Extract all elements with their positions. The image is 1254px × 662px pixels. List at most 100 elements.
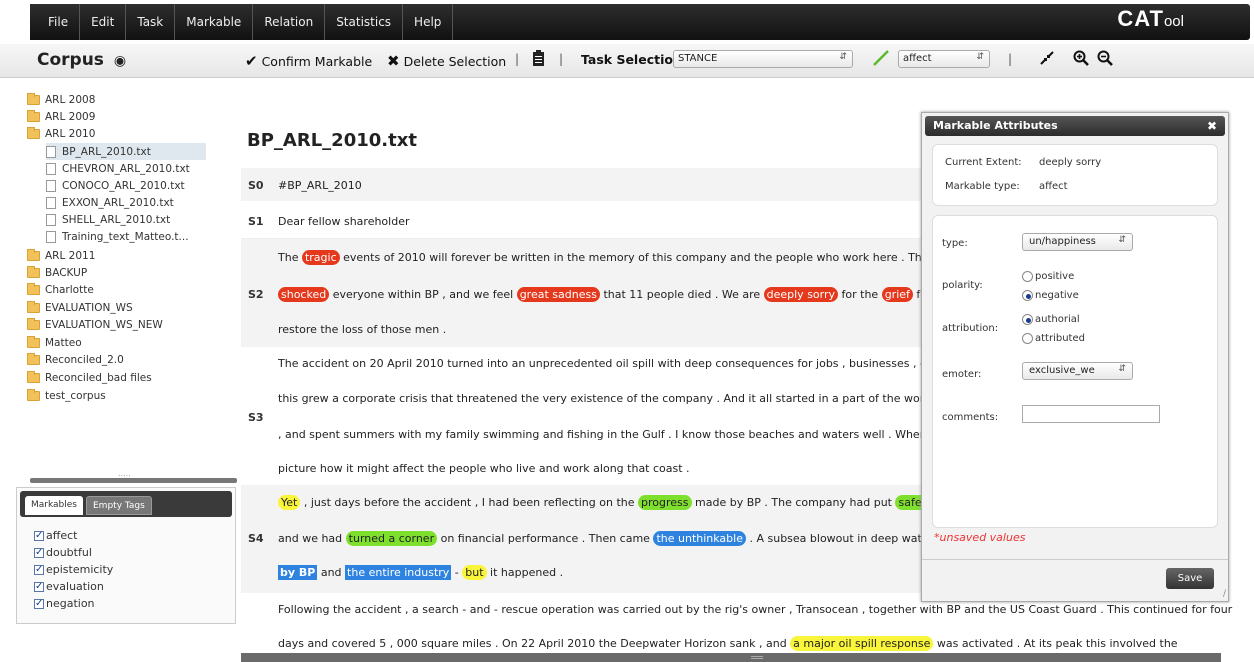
text-span: it happened . [486,566,564,579]
delete-selection-button[interactable]: ✖ Delete Selection [387,52,506,70]
tree-folder-open[interactable]: ARL 2010 [27,127,95,140]
splitter-grip: ..... [118,469,131,478]
markable-affect[interactable]: grief [881,287,913,302]
menu-edit[interactable]: Edit [80,4,127,40]
tree-folder[interactable]: EVALUATION_WS_NEW [27,318,163,331]
tree-folder[interactable]: ARL 2009 [27,110,96,123]
markable-doubtful[interactable]: by BP [278,565,318,580]
text-span: everyone within BP , and we feel [329,288,517,301]
document-scrollbar[interactable] [241,653,1221,662]
file-icon [46,163,56,175]
folder-icon [27,318,40,330]
text-span: made by BP . The company had put [691,496,896,509]
sentence-line: days and covered 5 , 000 square miles . … [278,636,1178,651]
folder-icon [27,301,40,313]
tree-folder[interactable]: ARL 2008 [27,93,95,106]
attribution-attributed-radio[interactable]: attributed [1022,333,1085,344]
markable-type-value: affect [1039,181,1068,192]
eye-icon[interactable]: ◉ [114,53,126,69]
sentence-text: Dear fellow shareholder [278,215,410,228]
chevron-updown-icon: ⇵ [1118,235,1126,245]
markable-doubtful[interactable]: the unthinkable [653,531,746,546]
radio-selected-icon [1022,314,1033,325]
tree-label: ARL 2009 [45,111,96,123]
tree-folder[interactable]: Matteo [27,336,82,349]
markable-evaluation[interactable]: progress [638,495,692,510]
polarity-negative-radio[interactable]: negative [1022,290,1079,301]
tree-folder[interactable]: Charlotte [27,283,94,296]
attribution-authorial-radio[interactable]: authorial [1022,314,1080,325]
tree-folder[interactable]: BACKUP [27,266,87,279]
comments-input[interactable] [1022,405,1160,423]
tree-file[interactable]: CHEVRON_ARL_2010.txt [46,163,190,175]
tree-folder[interactable]: ARL 2011 [27,249,95,262]
markable-epistemicity[interactable]: Yet [278,495,301,510]
current-extent-label: Current Extent: [945,157,1022,168]
highlighter-icon[interactable] [872,49,890,70]
current-extent-value: deeply sorry [1039,157,1102,168]
radio-icon [1022,271,1033,282]
tree-folder[interactable]: Reconciled_bad files [27,371,152,384]
markable-evaluation[interactable]: turned a corner [345,531,438,546]
tree-file[interactable]: EXXON_ARL_2010.txt [46,197,174,209]
corpus-label: Corpus [37,50,104,70]
close-icon[interactable]: ✖ [1207,116,1217,136]
clipboard-icon[interactable] [533,50,544,70]
extent-card: Current Extent: deeply sorry Markable ty… [932,144,1218,206]
tree-label: Charlotte [45,284,94,296]
menu-markable[interactable]: Markable [175,4,254,40]
zoom-out-icon[interactable] [1097,50,1113,69]
dialog-title: Markable Attributes [933,119,1058,132]
folder-icon [27,283,40,295]
task-selection-dropdown[interactable]: STANCE ⇵ [673,50,853,68]
tree-folder[interactable]: test_corpus [27,389,106,402]
markable-affect-selected[interactable]: deeply sorry [763,287,839,302]
folder-icon [27,266,40,278]
polarity-positive-radio[interactable]: positive [1022,271,1074,282]
tree-folder[interactable]: Reconciled_2.0 [27,353,124,366]
markable-doubtful[interactable]: the entire industry [345,565,452,580]
markable-affect[interactable]: tragic [301,250,340,265]
save-button[interactable]: Save [1166,568,1214,589]
collapse-icon[interactable] [1039,50,1055,69]
checkbox-evaluation[interactable]: ✓ evaluation [34,580,104,593]
app-logo: CATool [1117,6,1184,32]
menu-task[interactable]: Task [126,4,176,40]
menu-file[interactable]: File [30,4,81,40]
tab-markables[interactable]: Markables [25,496,83,515]
markable-affect[interactable]: great sadness [516,287,600,302]
checkbox-doubtful[interactable]: ✓ doubtful [34,546,92,559]
text-span: for the [838,288,882,301]
chevron-updown-icon: ⇵ [1118,364,1126,374]
type-dropdown[interactable]: un/happiness ⇵ [1022,233,1133,251]
tree-file[interactable]: CONOCO_ARL_2010.txt [46,180,185,192]
dialog-header: Markable Attributes ✖ [925,116,1225,136]
checkbox-negation[interactable]: ✓ negation [34,597,95,610]
menu-help[interactable]: Help [403,4,454,40]
delete-selection-label: Delete Selection [403,54,507,69]
file-icon [46,145,56,158]
sidebar-splitter[interactable]: ..... [30,469,237,483]
tree-file[interactable]: SHELL_ARL_2010.txt [46,214,170,226]
tab-empty-tags[interactable]: Empty Tags [86,496,152,515]
task-selection-value: STANCE [678,53,718,64]
markable-affect[interactable]: shocked [278,287,330,302]
tree-file[interactable]: Training_text_Matteo.t... [46,231,189,243]
menu-relation[interactable]: Relation [253,4,326,40]
folder-icon [27,389,40,401]
zoom-in-icon[interactable] [1073,50,1089,69]
tree-folder[interactable]: EVALUATION_WS [27,301,133,314]
menu-statistics[interactable]: Statistics [325,4,404,40]
markable-epistemicity[interactable]: a major oil spill response [790,636,934,651]
checkbox-affect[interactable]: ✓ affect [34,529,77,542]
markable-epistemicity[interactable]: but [462,565,487,580]
menu-list: File Edit Task Markable Relation Statist… [30,4,454,40]
tree-label: BP_ARL_2010.txt [62,145,151,158]
tree-file-selected[interactable]: BP_ARL_2010.txt [46,143,206,160]
emoter-dropdown[interactable]: exclusive_we ⇵ [1022,362,1133,380]
checkbox-epistemicity[interactable]: ✓ epistemicity [34,563,113,576]
tag-dropdown[interactable]: affect ⇵ [898,50,990,68]
confirm-markable-button[interactable]: ✔ Confirm Markable [245,52,372,70]
checkbox-label: affect [46,529,78,542]
resize-handle-icon[interactable]: ∕ [1223,589,1226,599]
